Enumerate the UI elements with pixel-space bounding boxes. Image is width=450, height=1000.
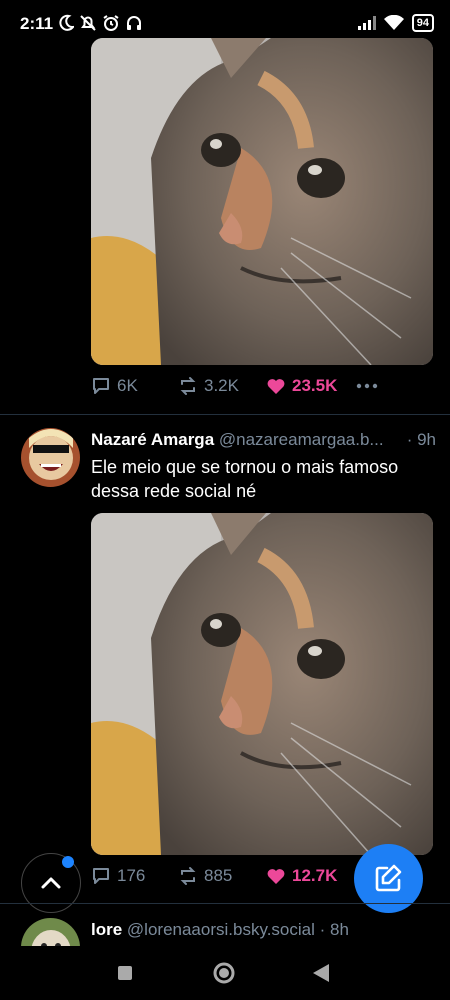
post-image[interactable] — [91, 513, 433, 855]
cat-photo — [91, 513, 433, 855]
cat-photo — [91, 38, 433, 365]
reply-button[interactable]: 6K — [91, 376, 178, 396]
headset-icon — [127, 16, 141, 30]
alarm-icon — [103, 15, 119, 31]
post-actions: 6K 3.2K 23.5K — [91, 376, 378, 396]
post-header: lore @lorenaaorsi.bsky.social · 8h — [91, 920, 436, 940]
battery-icon: 94 — [411, 14, 434, 32]
heart-icon — [267, 379, 285, 394]
like-button[interactable]: 23.5K — [266, 376, 356, 396]
post-time: · 8h — [319, 920, 349, 939]
post-image[interactable] — [91, 38, 433, 365]
signal-icon — [357, 16, 376, 30]
reply-button[interactable]: 176 — [91, 866, 178, 886]
status-time: 2:11 — [20, 14, 54, 33]
like-count: 23.5K — [292, 376, 338, 395]
author-name[interactable]: Nazaré Amarga — [91, 430, 214, 449]
reply-icon — [93, 378, 109, 394]
repost-button[interactable]: 885 — [178, 866, 266, 886]
author-handle[interactable]: @nazareamargaa.b... — [219, 430, 384, 449]
heart-icon — [267, 869, 285, 884]
repost-count: 885 — [204, 866, 233, 885]
repost-count: 3.2K — [204, 376, 239, 395]
new-posts-indicator — [62, 856, 74, 868]
post-divider — [0, 903, 450, 904]
avatar[interactable] — [21, 428, 80, 487]
moon-icon — [59, 14, 74, 31]
repost-icon — [180, 377, 196, 395]
more-icon — [356, 383, 378, 389]
post-actions: 176 885 12.7K — [91, 866, 356, 886]
repost-icon — [180, 867, 196, 885]
system-navigation-bar — [0, 946, 450, 1000]
wifi-icon — [383, 15, 404, 30]
reply-count: 6K — [117, 376, 138, 395]
recents-button[interactable] — [117, 965, 133, 981]
author-name[interactable]: lore — [91, 920, 122, 939]
post-divider — [0, 414, 450, 415]
post-header: Nazaré Amarga @nazareamargaa.b... · 9h — [91, 430, 436, 450]
back-button[interactable] — [312, 963, 330, 983]
like-button[interactable]: 12.7K — [266, 866, 356, 886]
like-count: 12.7K — [292, 866, 338, 885]
post-text: Ele meio que se tornou o mais famoso des… — [91, 457, 399, 501]
reply-count: 176 — [117, 866, 146, 885]
more-options-button[interactable] — [356, 376, 378, 396]
reply-icon — [93, 868, 109, 884]
repost-button[interactable]: 3.2K — [178, 376, 266, 396]
post-time: · 9h — [406, 430, 436, 449]
home-button[interactable] — [212, 961, 236, 985]
bell-off-icon — [80, 15, 96, 31]
author-handle[interactable]: @lorenaaorsi.bsky.social — [127, 920, 315, 939]
